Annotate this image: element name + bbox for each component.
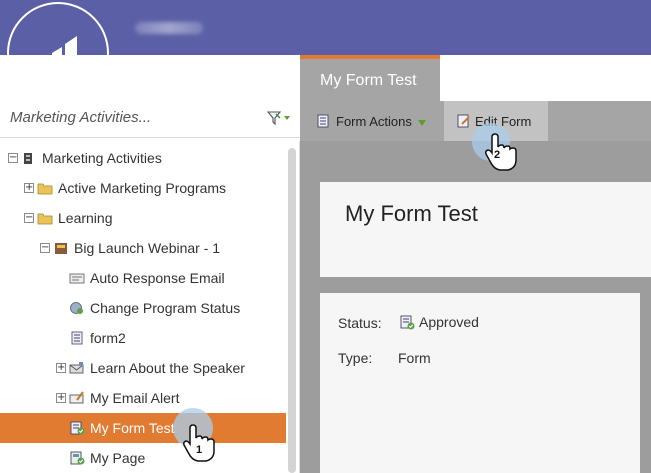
- dropdown-arrow-icon: [417, 114, 426, 129]
- email-icon: [69, 271, 85, 285]
- approved-icon: [399, 315, 415, 330]
- edit-form-icon: [456, 114, 472, 128]
- status-value: Approved: [399, 314, 479, 330]
- expand-icon[interactable]: +: [56, 393, 66, 403]
- form-actions-button[interactable]: Form Actions: [312, 101, 442, 141]
- tree-item-label: Big Launch Webinar - 1: [74, 240, 221, 256]
- tree-item-my-page[interactable]: My Page: [0, 443, 286, 473]
- email-program-icon: [69, 361, 84, 375]
- tab-my-form-test[interactable]: My Form Test: [300, 55, 440, 101]
- landing-page-icon: [69, 451, 85, 465]
- tree-item-auto-response-email[interactable]: Auto Response Email: [0, 263, 286, 293]
- step-number: 1: [196, 444, 203, 456]
- expand-icon[interactable]: +: [56, 363, 66, 373]
- collapse-icon[interactable]: −: [8, 153, 18, 163]
- tab-label: My Form Test: [320, 72, 417, 89]
- title-card: [320, 182, 651, 277]
- tree-item-label: Learning: [58, 210, 113, 226]
- tree-item-label: My Form Test: [90, 420, 175, 436]
- form-actions-label: Form Actions: [336, 113, 412, 129]
- collapse-icon[interactable]: −: [40, 243, 50, 253]
- tree-item-my-email-alert[interactable]: + My Email Alert: [0, 383, 286, 413]
- tree-item-big-launch-webinar[interactable]: − Big Launch Webinar - 1: [0, 233, 286, 263]
- tree-item-label: form2: [90, 330, 126, 346]
- webinar-program-icon: [53, 241, 68, 255]
- tree-item-label: Change Program Status: [90, 300, 241, 316]
- tree-item-label: My Email Alert: [90, 390, 180, 406]
- status-label: Status:: [338, 315, 382, 331]
- folder-icon: [37, 181, 53, 195]
- tree-item-change-program-status[interactable]: Change Program Status: [0, 293, 286, 323]
- type-label: Type:: [338, 350, 373, 366]
- funnel-filter-icon[interactable]: [266, 110, 292, 131]
- tree-item-my-form-test[interactable]: My Form Test: [0, 413, 286, 443]
- tree-item-active-marketing-programs[interactable]: + Active Marketing Programs: [0, 173, 286, 203]
- expand-icon[interactable]: +: [24, 183, 34, 193]
- tree-search-label[interactable]: Marketing Activities...: [10, 109, 151, 126]
- page-title: My Form Test: [345, 201, 478, 226]
- hand-pointer-icon: [484, 133, 518, 178]
- form-approved-icon: [69, 421, 85, 435]
- tree-item-learn-about-the-speaker[interactable]: + Learn About the Speaker: [0, 353, 286, 383]
- folder-icon: [37, 211, 53, 225]
- collapse-icon[interactable]: −: [24, 213, 34, 223]
- tree-item-label: Learn About the Speaker: [90, 360, 245, 376]
- tree-item-form2[interactable]: form2: [0, 323, 286, 353]
- smart-campaign-icon: [69, 301, 84, 315]
- email-alert-icon: [69, 391, 84, 405]
- blurred-user-name: [135, 22, 203, 34]
- tree-scrollbar[interactable]: [288, 148, 296, 473]
- form-icon: [69, 331, 84, 345]
- tree-item-label: Auto Response Email: [90, 270, 225, 286]
- tree-item-label: Active Marketing Programs: [58, 180, 227, 196]
- marketing-activities-tree: − Marketing Activities + Active Marketin…: [0, 141, 300, 473]
- tree-item-marketing-activities[interactable]: − Marketing Activities: [0, 143, 286, 173]
- status-text: Approved: [419, 314, 479, 330]
- folder-root-icon: [21, 151, 36, 165]
- step-number: 2: [494, 149, 501, 161]
- form-actions-icon: [316, 114, 332, 128]
- tree-item-learning[interactable]: − Learning: [0, 203, 286, 233]
- tree-item-label: Marketing Activities: [42, 150, 162, 166]
- tree-item-label: My Page: [90, 450, 146, 466]
- type-value: Form: [398, 350, 431, 366]
